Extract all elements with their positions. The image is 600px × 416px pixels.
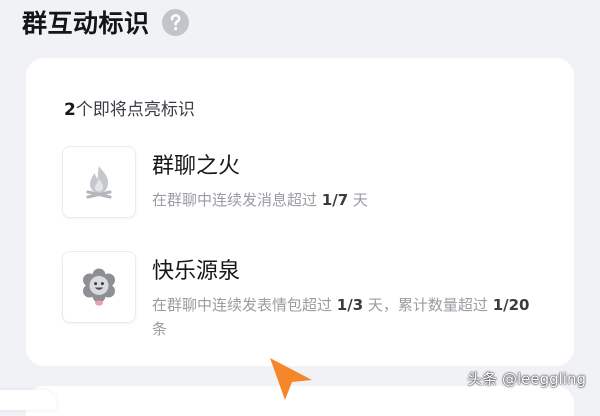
question-circle-icon[interactable] [161, 8, 189, 36]
badge-description: 在群聊中连续发表情包超过 1/3 天，累计数量超过 1/20 条 [152, 293, 537, 341]
badge-name: 群聊之火 [152, 154, 241, 179]
badge-subtitle: 2个即将点亮标识 [64, 95, 195, 120]
bottom-tab [0, 390, 56, 410]
badge-desc-text: 在群聊中连续发消息超过 [152, 191, 322, 209]
campfire-icon [62, 146, 136, 218]
badge-name: 快乐源泉 [152, 259, 241, 284]
badge-desc-unit: 条 [152, 320, 168, 338]
badge-description: 在群聊中连续发消息超过 1/7 天 [152, 188, 537, 212]
happy-flower-icon [62, 251, 136, 323]
badge-progress: 1/3 [336, 296, 364, 314]
badge-desc-text: 在群聊中连续发表情包超过 [152, 296, 337, 314]
badge-card: 2个即将点亮标识 群聊之火 在群聊中连续发消息超过 1/7 天 快乐源泉 在群聊… [26, 58, 574, 366]
watermark-text: 头条 @leeggling [467, 370, 586, 388]
badge-desc-text: 天，累计数量超过 [363, 296, 493, 314]
badge-progress: 1/20 [492, 296, 530, 314]
section-header: 群互动标识 [22, 6, 189, 38]
badge-progress: 1/7 [321, 191, 349, 209]
badge-count: 2 [64, 100, 76, 120]
badge-subtitle-text: 个即将点亮标识 [75, 100, 195, 120]
badge-desc-unit: 天 [348, 191, 368, 209]
section-title: 群互动标识 [22, 9, 150, 38]
pointer-arrow-icon [268, 356, 314, 404]
